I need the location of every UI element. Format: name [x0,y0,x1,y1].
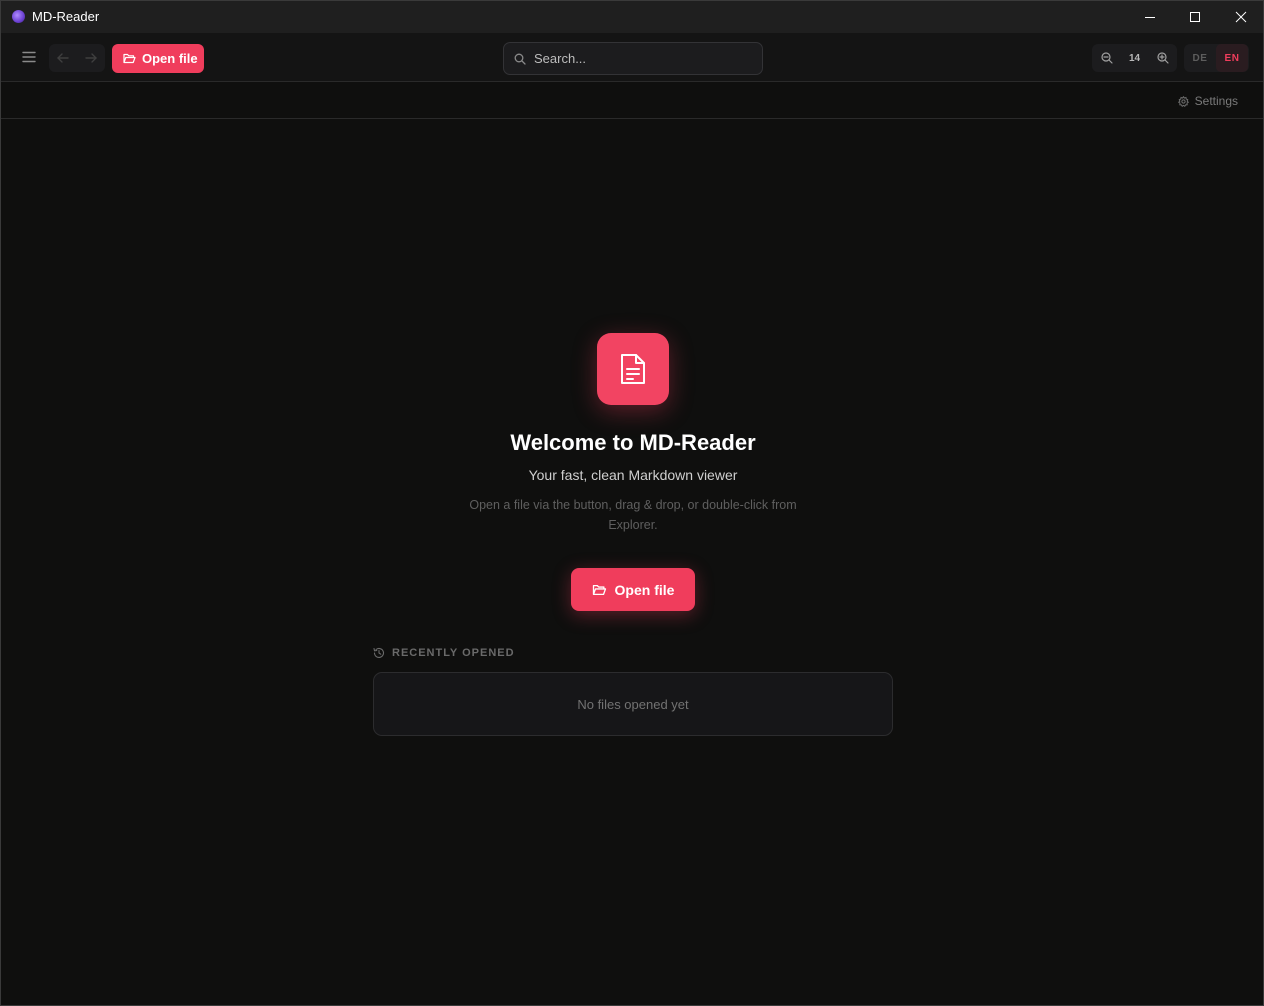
document-icon-tile [597,333,669,405]
app-logo-icon [12,10,25,23]
settings-label: Settings [1194,94,1238,108]
search-box[interactable] [503,42,763,75]
back-button[interactable] [49,44,77,72]
forward-button[interactable] [77,44,105,72]
status-subbar: Settings [1,83,1263,119]
language-switcher: DE EN [1184,44,1249,72]
recent-files-heading: RECENTLY OPENED [373,647,515,659]
open-file-button[interactable]: Open file [112,44,204,73]
zoom-in-icon [1156,52,1169,64]
welcome-title: Welcome to MD-Reader [510,430,756,455]
minimize-button[interactable] [1127,1,1173,33]
zoom-out-icon [1100,52,1113,64]
maximize-button[interactable] [1172,1,1218,33]
toolbar: Open file 14 DE EN [1,33,1263,82]
zoom-level: 14 [1128,52,1141,64]
sidebar-toggle-button[interactable] [19,47,39,67]
close-icon [1235,11,1247,23]
arrow-right-icon [85,53,97,63]
gear-icon [1177,95,1189,107]
hamburger-menu-icon [22,51,36,63]
language-en-button[interactable]: EN [1216,44,1248,72]
recent-files-label: RECENTLY OPENED [392,647,515,659]
recent-files-empty-text: No files opened yet [577,696,689,712]
search-icon [514,53,526,65]
zoom-controls: 14 [1092,44,1177,72]
search-input[interactable] [534,51,744,66]
arrow-left-icon [57,53,69,63]
welcome-hint: Open a file via the button, drag & drop,… [469,498,797,532]
zoom-out-button[interactable] [1092,44,1121,72]
welcome-subtitle: Your fast, clean Markdown viewer [528,467,738,483]
open-file-main-button[interactable]: Open file [571,568,695,611]
title-bar: MD-Reader [1,1,1263,33]
maximize-icon [1190,12,1200,22]
minimize-icon [1145,17,1155,18]
zoom-in-button[interactable] [1148,44,1177,72]
open-file-label: Open file [142,51,198,66]
file-text-icon [621,354,645,384]
folder-open-icon [592,584,606,595]
settings-button[interactable]: Settings [1177,94,1238,108]
app-window: MD-Reader Open file Search... 14 DE EN S… [0,0,1264,1006]
folder-open-icon [123,53,136,64]
window-title: MD-Reader [32,9,100,24]
recent-files-list: No files opened yet [373,672,893,736]
language-de-button[interactable]: DE [1184,44,1216,72]
close-window-button[interactable] [1218,1,1264,33]
history-navigation [49,44,105,72]
history-icon [373,647,385,658]
open-file-main-label: Open file [614,581,675,598]
